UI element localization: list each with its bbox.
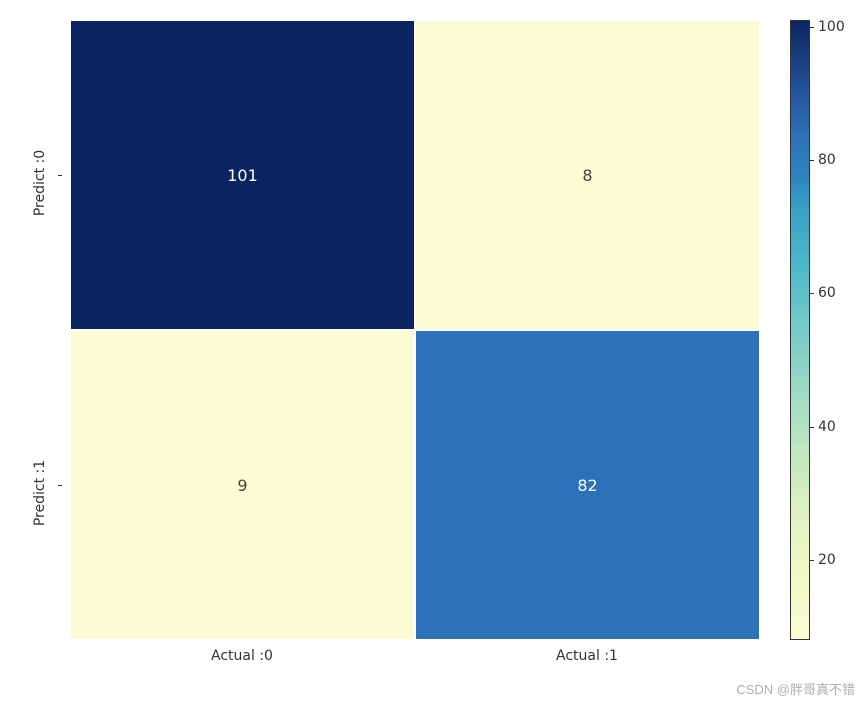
colorbar-tick bbox=[810, 560, 814, 561]
heatmap-grid: 101 8 9 82 bbox=[70, 20, 760, 640]
y-tick bbox=[58, 485, 62, 486]
colorbar-tick-label: 20 bbox=[818, 552, 836, 568]
colorbar-tick bbox=[810, 427, 814, 428]
heatmap-cell-0-0: 101 bbox=[70, 20, 415, 330]
heatmap-cell-1-1: 82 bbox=[415, 330, 760, 640]
y-axis-labels: Predict :0 Predict :1 bbox=[10, 20, 50, 640]
cell-value: 82 bbox=[577, 476, 597, 495]
cell-value: 8 bbox=[582, 166, 592, 185]
y-tick bbox=[58, 175, 62, 176]
confusion-matrix-heatmap: 101 8 9 82 bbox=[70, 20, 760, 640]
colorbar-tick-label: 100 bbox=[818, 19, 845, 35]
y-axis bbox=[58, 20, 68, 640]
colorbar-tick bbox=[810, 27, 814, 28]
watermark-text: CSDN @胖哥真不错 bbox=[736, 679, 855, 698]
colorbar: 100 80 60 40 20 bbox=[790, 20, 840, 640]
cell-value: 101 bbox=[227, 166, 258, 185]
heatmap-cell-1-0: 9 bbox=[70, 330, 415, 640]
x-tick-label-1: Actual :1 bbox=[556, 648, 618, 664]
colorbar-tick bbox=[810, 293, 814, 294]
y-tick-label-1: Predict :1 bbox=[32, 453, 48, 533]
x-axis-labels: Actual :0 Actual :1 bbox=[70, 640, 760, 670]
colorbar-tick-label: 40 bbox=[818, 419, 836, 435]
x-tick-label-0: Actual :0 bbox=[211, 648, 273, 664]
y-tick-label-0: Predict :0 bbox=[32, 143, 48, 223]
colorbar-tick-label: 60 bbox=[818, 285, 836, 301]
colorbar-gradient bbox=[790, 20, 810, 640]
colorbar-tick bbox=[810, 160, 814, 161]
cell-value: 9 bbox=[237, 476, 247, 495]
colorbar-tick-label: 80 bbox=[818, 152, 836, 168]
heatmap-cell-0-1: 8 bbox=[415, 20, 760, 330]
